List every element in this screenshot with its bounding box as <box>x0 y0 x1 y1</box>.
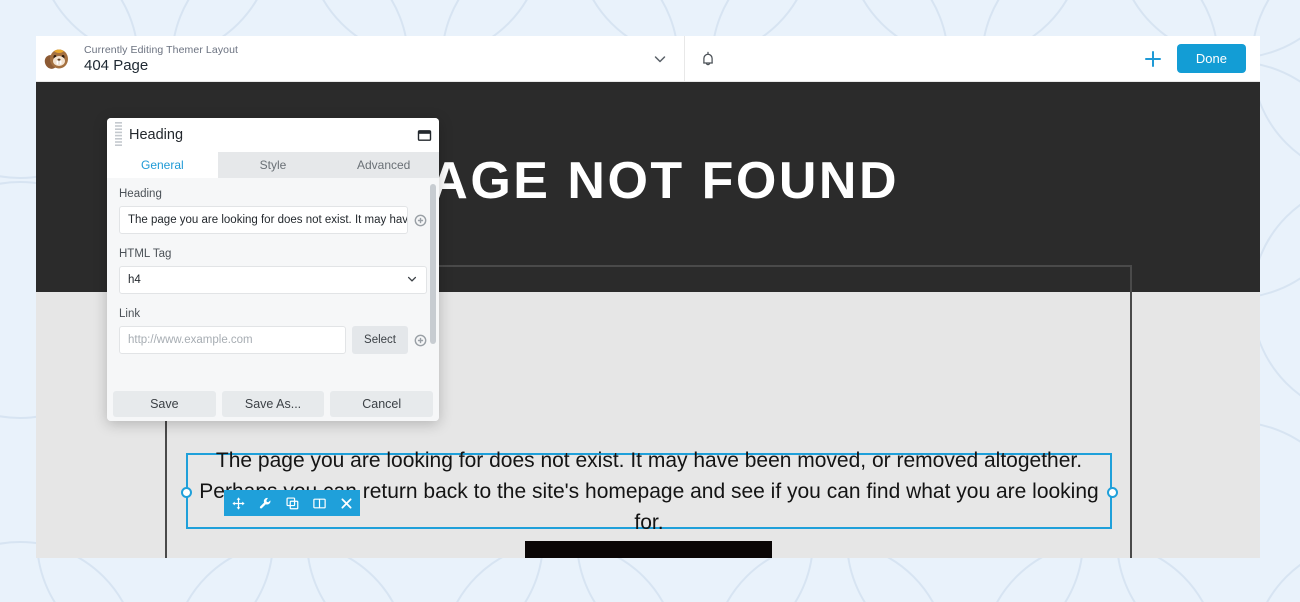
html-tag-select[interactable]: h4 <box>119 266 427 294</box>
plus-icon[interactable] <box>1129 36 1177 82</box>
heading-input[interactable]: The page you are looking for does not ex… <box>119 206 408 234</box>
resize-handle-left[interactable] <box>181 487 192 498</box>
drag-dots-icon[interactable] <box>107 118 129 152</box>
cancel-button[interactable]: Cancel <box>330 391 434 417</box>
save-button[interactable]: Save <box>113 391 216 417</box>
panel-body: Heading The page you are looking for doe… <box>107 178 439 387</box>
save-as-button[interactable]: Save As... <box>221 391 325 417</box>
close-icon[interactable] <box>338 495 354 511</box>
resize-handle-right[interactable] <box>1107 487 1118 498</box>
tab-style[interactable]: Style <box>218 152 329 178</box>
window-mode-icon[interactable] <box>409 118 439 152</box>
back-to-homepage-button[interactable]: BACK TO HOMEPAGE <box>525 541 772 558</box>
panel-footer: Save Save As... Cancel <box>107 387 439 421</box>
heading-field-row: The page you are looking for does not ex… <box>119 206 427 234</box>
module-settings-panel: Heading General Style Advanced Heading T… <box>107 118 439 421</box>
done-button[interactable]: Done <box>1176 44 1246 73</box>
html-tag-field-row: h4 <box>119 266 427 294</box>
panel-scrollbar[interactable] <box>430 184 436 344</box>
html-tag-field-label: HTML Tag <box>119 248 172 260</box>
panel-header: Heading <box>107 118 439 152</box>
panel-title: Heading <box>129 127 184 143</box>
connect-field-icon[interactable] <box>414 214 427 227</box>
module-toolbar <box>224 490 360 516</box>
admin-bar: Currently Editing Themer Layout 404 Page… <box>36 36 1260 82</box>
chevron-down-icon <box>406 273 418 288</box>
hero-heading: PAGE NOT FOUND <box>396 152 900 210</box>
move-icon[interactable] <box>230 495 246 511</box>
editing-eyebrow: Currently Editing Themer Layout <box>84 43 239 56</box>
tab-advanced[interactable]: Advanced <box>328 152 439 178</box>
bell-icon[interactable] <box>685 36 731 82</box>
beaver-logo-icon[interactable] <box>36 36 80 82</box>
wrench-icon[interactable] <box>257 495 273 511</box>
tab-general[interactable]: General <box>107 152 218 178</box>
heading-field-label: Heading <box>119 188 162 200</box>
duplicate-icon[interactable] <box>284 495 300 511</box>
editing-context: Currently Editing Themer Layout 404 Page <box>80 36 636 82</box>
chevron-down-icon[interactable] <box>636 36 684 82</box>
layout-title: 404 Page <box>84 56 149 74</box>
connect-field-icon[interactable] <box>414 334 427 347</box>
link-field-label: Link <box>119 308 141 320</box>
html-tag-value: h4 <box>128 274 141 286</box>
builder-window: Currently Editing Themer Layout 404 Page… <box>36 36 1260 558</box>
link-input[interactable]: http://www.example.com <box>119 326 347 354</box>
link-select-button[interactable]: Select <box>352 326 408 354</box>
link-field-row: http://www.example.com Select <box>119 326 427 354</box>
columns-icon[interactable] <box>311 495 327 511</box>
panel-tabs: General Style Advanced <box>107 152 439 178</box>
